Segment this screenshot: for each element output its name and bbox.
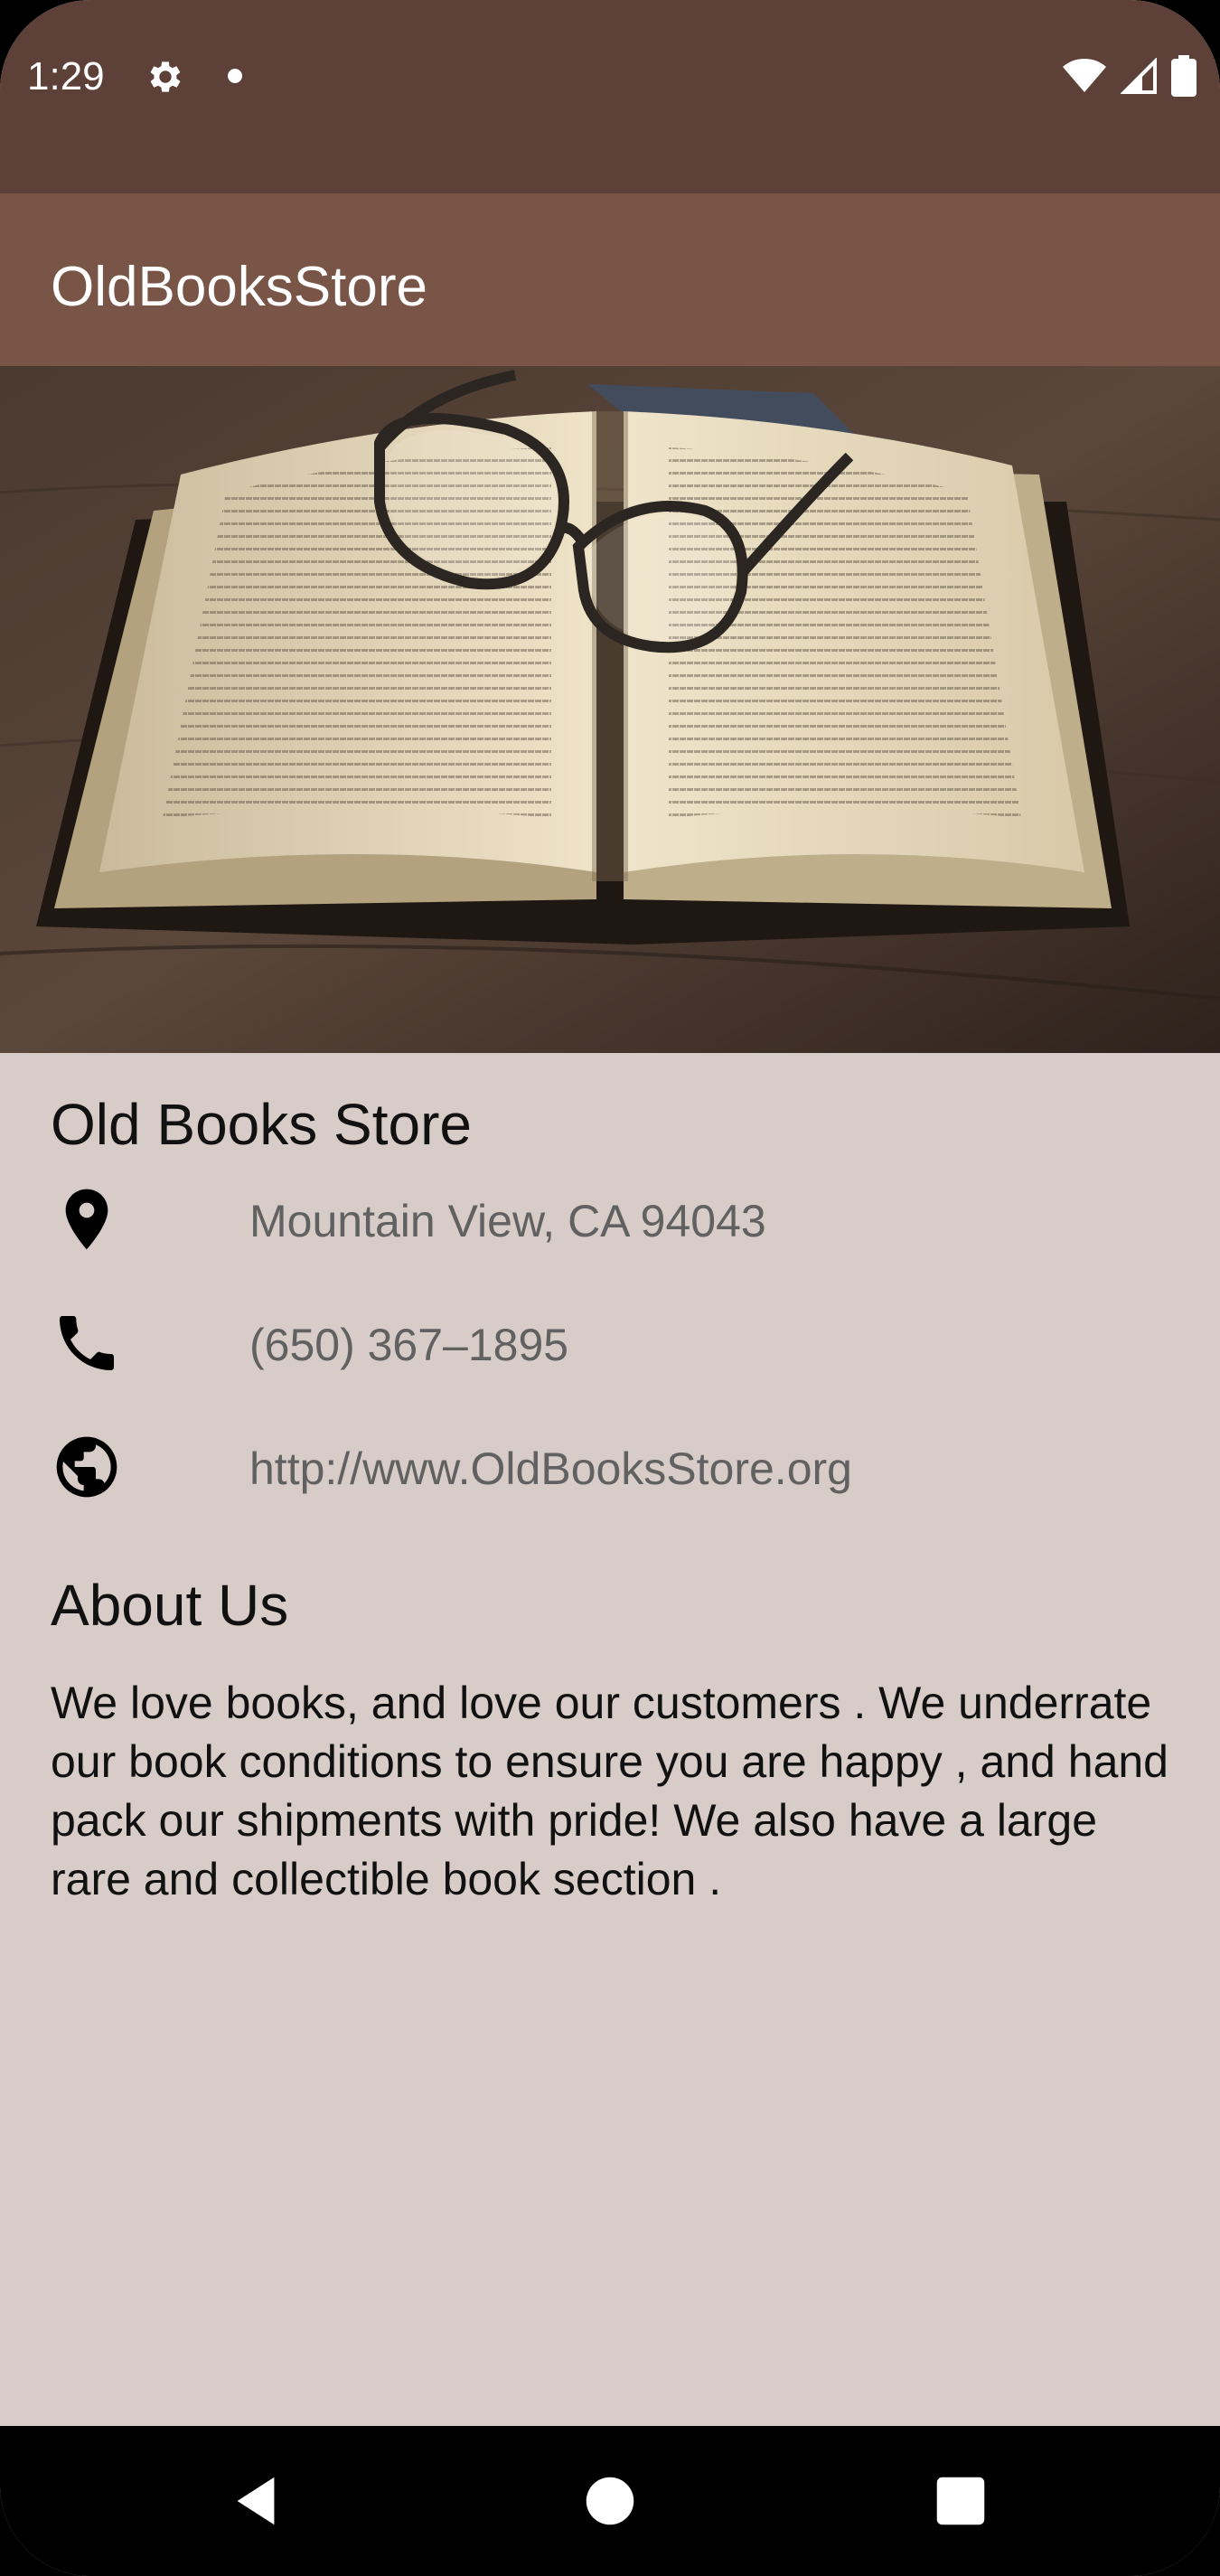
battery-icon [1171, 55, 1197, 97]
signal-icon [1121, 58, 1157, 94]
back-button[interactable] [224, 2469, 287, 2533]
home-button[interactable] [578, 2469, 642, 2533]
phone-row[interactable]: (650) 367–1895 [0, 1302, 1220, 1392]
address-text: Mountain View, CA 94043 [249, 1196, 766, 1246]
location-pin-icon [65, 1189, 108, 1250]
app-title: OldBooksStore [51, 256, 427, 318]
about-title: About Us [51, 1573, 289, 1638]
about-body: We love books, and love our customers . … [51, 1678, 1168, 1904]
app-bar: OldBooksStore [0, 193, 1220, 366]
globe-icon [56, 1436, 117, 1498]
open-book-illustration [0, 366, 1220, 1053]
recents-button[interactable] [929, 2469, 992, 2533]
phone-icon [60, 1316, 114, 1370]
phone-text: (650) 367–1895 [249, 1320, 569, 1370]
navigation-bar [0, 2426, 1220, 2576]
settings-icon [150, 61, 181, 92]
notification-dot [228, 69, 242, 83]
wifi-icon [1063, 59, 1106, 92]
website-link[interactable]: http://www.OldBooksStore.org [249, 1442, 852, 1496]
address-row[interactable]: Mountain View, CA 94043 [0, 1178, 1220, 1268]
status-icons [1063, 54, 1197, 98]
website-row[interactable]: http://www.OldBooksStore.org [0, 1425, 1220, 1516]
status-bar: 1:29 [0, 0, 1220, 193]
hero-image [0, 366, 1220, 1053]
status-time: 1:29 [27, 54, 105, 99]
phone-screen: 1:29 OldBooksStore Old Books Store Mount… [0, 0, 1220, 2576]
store-name: Old Books Store [51, 1092, 472, 1157]
